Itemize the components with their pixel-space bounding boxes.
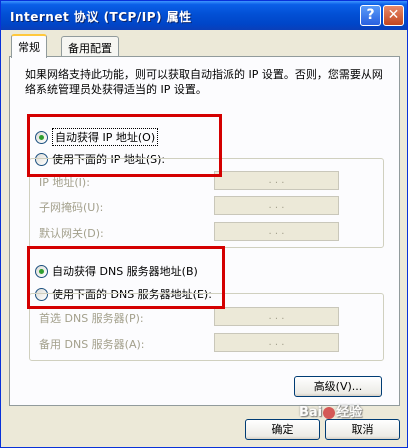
- tab-alternate-config[interactable]: 备用配置: [61, 36, 119, 57]
- preferred-dns-label: 首选 DNS 服务器(P):: [39, 312, 144, 325]
- subnet-mask-label: 子网掩码(U):: [39, 201, 104, 214]
- title-bar[interactable]: Internet 协议 (TCP/IP) 属性 ? ✕: [1, 1, 407, 30]
- radio-auto-dns-label: 自动获得 DNS 服务器地址(B): [52, 265, 198, 278]
- radio-auto-dns[interactable]: 自动获得 DNS 服务器地址(B): [35, 263, 198, 279]
- radio-checked-icon[interactable]: [35, 130, 48, 144]
- subnet-mask-input[interactable]: . . .: [214, 196, 339, 215]
- radio-auto-ip[interactable]: 自动获得 IP 地址(O): [35, 128, 159, 146]
- default-gateway-input[interactable]: . . .: [214, 222, 339, 241]
- alternate-dns-label: 备用 DNS 服务器(A):: [39, 338, 145, 351]
- watermark-text-left: Bai: [299, 405, 323, 420]
- help-icon[interactable]: ?: [360, 5, 381, 26]
- ip-dots: . . .: [268, 200, 285, 211]
- tab-general[interactable]: 常规: [11, 34, 47, 58]
- default-gateway-label: 默认网关(D):: [39, 227, 104, 240]
- window-title: Internet 协议 (TCP/IP) 属性: [10, 10, 192, 24]
- ip-address-label: IP 地址(I):: [39, 176, 90, 189]
- cancel-button[interactable]: 取消: [325, 419, 400, 440]
- dialog-window: Internet 协议 (TCP/IP) 属性 ? ✕ 常规 备用配置 如果网络…: [0, 0, 408, 448]
- ip-dots: . . .: [268, 226, 285, 237]
- ip-dots: . . .: [268, 311, 285, 322]
- baidu-watermark: Bai 经验: [299, 401, 362, 420]
- alternate-dns-input[interactable]: . . .: [214, 333, 339, 352]
- ip-dots: . . .: [268, 175, 285, 186]
- watermark-text-right: 经验: [336, 405, 363, 420]
- description-text: 如果网络支持此功能，则可以获取自动指派的 IP 设置。否则，您需要从网络系统管理…: [25, 68, 383, 96]
- radio-auto-ip-label: 自动获得 IP 地址(O): [52, 128, 159, 146]
- ip-address-input[interactable]: . . .: [214, 171, 339, 190]
- close-icon[interactable]: ✕: [383, 5, 404, 26]
- preferred-dns-input[interactable]: . . .: [214, 307, 339, 326]
- advanced-button[interactable]: 高级(V)...: [294, 376, 382, 397]
- ok-button[interactable]: 确定: [245, 419, 320, 440]
- ip-dots: . . .: [268, 337, 285, 348]
- paw-icon: [323, 406, 336, 419]
- radio-checked-icon[interactable]: [35, 264, 48, 278]
